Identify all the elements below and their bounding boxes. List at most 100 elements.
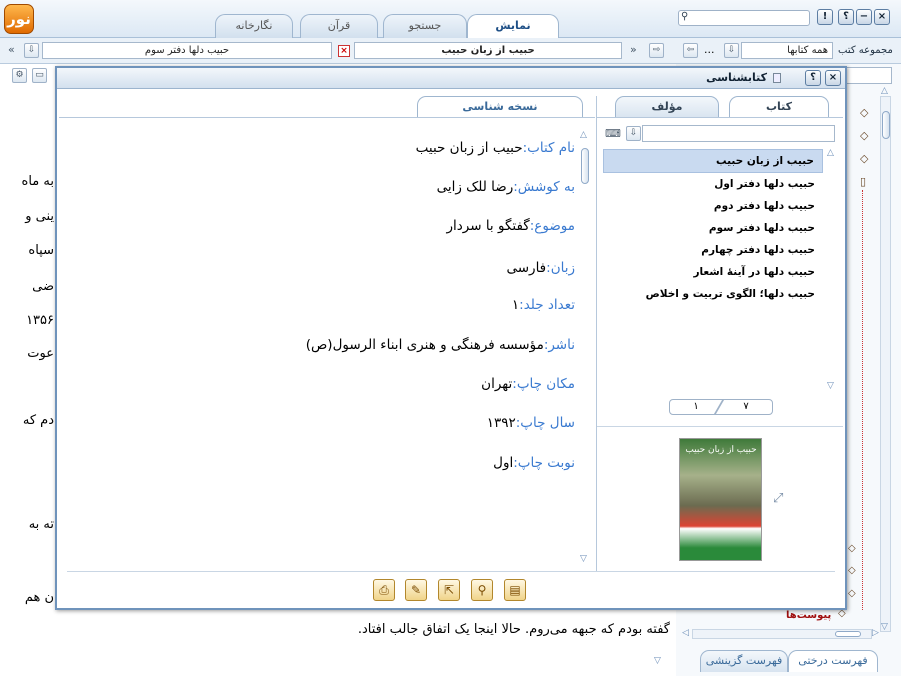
book-filter-dropdown-icon[interactable]: ⇩ bbox=[626, 126, 641, 141]
tab-gallery[interactable]: نگارخانه bbox=[215, 14, 293, 38]
copy-info-pane: نام کتاب:حبیب از زبان حبیب به کوشش:رضا ل… bbox=[59, 117, 595, 571]
list-item[interactable]: حبیب دلها دفتر چهارم bbox=[603, 239, 823, 261]
tree-scroll-left-icon[interactable]: ◁ bbox=[682, 628, 689, 638]
tree-scrollbar[interactable] bbox=[880, 96, 891, 632]
field-label: سال چاپ: bbox=[515, 415, 575, 431]
list-item[interactable]: حبیب دلها؛ الگوی تربیت و اخلاص bbox=[603, 283, 823, 305]
tree-scroll-right-icon[interactable]: ▷ bbox=[872, 628, 879, 638]
book-list: حبیب از زبان حبیب حبیب دلها دفتر اول حبی… bbox=[603, 149, 823, 379]
dropdown-arrow-icon[interactable]: ⇩ bbox=[24, 43, 39, 58]
book-icon[interactable]: ◇ bbox=[848, 565, 856, 576]
book-cover-image: حبیب از زبان حبیب bbox=[679, 438, 762, 561]
tree-scroll-up-icon[interactable]: △ bbox=[881, 86, 888, 96]
global-search-input[interactable] bbox=[678, 10, 810, 26]
list-item[interactable]: حبیب از زبان حبیب bbox=[603, 149, 823, 173]
book-pager[interactable]: ۱ ۷ bbox=[669, 399, 773, 415]
search-icon[interactable]: ⚲ bbox=[681, 11, 688, 22]
book-icon[interactable]: ◇ bbox=[860, 106, 868, 119]
current-book-field[interactable]: حبیب از زبان حبیب bbox=[354, 42, 622, 59]
detail-scroll-down-icon[interactable]: ▽ bbox=[580, 554, 587, 564]
pager-current: ۱ bbox=[693, 401, 699, 412]
tab-book[interactable]: کتاب bbox=[729, 96, 829, 118]
field-label: موضوع: bbox=[529, 218, 575, 234]
expand-icon[interactable]: ⤢ bbox=[773, 491, 783, 506]
pane-divider bbox=[596, 96, 597, 572]
attachments-label[interactable]: پیوست‌ها bbox=[786, 610, 831, 621]
close-book-icon[interactable]: × bbox=[338, 45, 350, 57]
book-filter-input[interactable] bbox=[642, 125, 835, 142]
field-title: نام کتاب:حبیب از زبان حبیب bbox=[416, 140, 575, 156]
tab-copy-info[interactable]: نسخه شناسی bbox=[417, 96, 583, 118]
tree-hscrollbar[interactable] bbox=[692, 629, 872, 639]
book-icon[interactable]: ◇ bbox=[848, 543, 856, 554]
print-icon[interactable]: ⎙ bbox=[373, 579, 395, 601]
close-button[interactable]: × bbox=[874, 9, 890, 25]
book-icon[interactable]: ◇ bbox=[860, 152, 868, 165]
reader-fragment: ینی و bbox=[25, 209, 54, 224]
layout-icon[interactable]: ▭ bbox=[32, 68, 47, 83]
field-value: تهران bbox=[481, 376, 513, 392]
field-volume-count: تعداد جلد:۱ bbox=[512, 297, 575, 313]
tab-author[interactable]: مؤلف bbox=[615, 96, 719, 118]
detail-scroll-thumb[interactable] bbox=[581, 148, 589, 184]
export-icon[interactable]: ⇱ bbox=[438, 579, 460, 601]
open-book-icon[interactable]: ▯ bbox=[860, 175, 866, 188]
collection-label: مجموعه کتب bbox=[838, 45, 893, 56]
magnifier-icon[interactable]: ⚲ bbox=[471, 579, 493, 601]
dialog-help-button[interactable]: ؟ bbox=[805, 70, 821, 86]
app-logo[interactable]: نور bbox=[4, 4, 34, 34]
reader-fragment: ضی bbox=[32, 279, 54, 294]
list-scroll-up-icon[interactable]: △ bbox=[827, 148, 834, 158]
forward-arrows-icon[interactable]: » bbox=[630, 43, 637, 56]
field-label: مکان چاپ: bbox=[512, 376, 575, 392]
ellipsis-button[interactable]: ... bbox=[704, 43, 715, 56]
dialog-close-button[interactable]: × bbox=[825, 70, 841, 86]
reader-fragment: دم که bbox=[22, 413, 54, 428]
alert-button[interactable]: ! bbox=[817, 9, 833, 25]
next-arrow-icon[interactable]: ⇨ bbox=[649, 43, 664, 58]
field-value: فارسی bbox=[506, 260, 547, 276]
detail-scroll-up-icon[interactable]: △ bbox=[580, 130, 587, 140]
help-button[interactable]: ؟ bbox=[838, 9, 854, 25]
list-item[interactable]: حبیب دلها دفتر دوم bbox=[603, 195, 823, 217]
tree-scroll-thumb[interactable] bbox=[882, 111, 890, 139]
book-icon[interactable]: ◇ bbox=[860, 129, 868, 142]
tab-selective-index[interactable]: فهرست گزینشی bbox=[700, 650, 788, 672]
book-icon[interactable]: ◇ bbox=[848, 588, 856, 599]
collection-select[interactable]: همه کتابها bbox=[741, 42, 833, 59]
edit-icon[interactable]: ✎ bbox=[405, 579, 427, 601]
prev-arrow-icon[interactable]: ⇦ bbox=[683, 43, 698, 58]
panel-filter-input[interactable] bbox=[846, 67, 892, 84]
field-publisher: ناشر:مؤسسه فرهنگی و هنری ابناء الرسول(ص) bbox=[306, 337, 575, 353]
keyboard-icon[interactable]: ⌨ bbox=[605, 127, 621, 140]
tree-scroll-down-icon[interactable]: ▽ bbox=[881, 622, 888, 632]
tree-connector bbox=[862, 190, 863, 610]
minimize-button[interactable]: − bbox=[856, 9, 872, 25]
tab-tree-index[interactable]: فهرست درختی bbox=[788, 650, 878, 672]
list-scroll-down-icon[interactable]: ▽ bbox=[827, 381, 834, 391]
field-value: مؤسسه فرهنگی و هنری ابناء الرسول(ص) bbox=[305, 337, 544, 353]
footer-divider bbox=[67, 571, 835, 572]
tab-quran[interactable]: قرآن bbox=[300, 14, 378, 38]
previous-book-field[interactable]: حبیب دلها دفتر سوم bbox=[42, 42, 332, 59]
field-label: نام کتاب: bbox=[522, 140, 575, 156]
tab-baseline bbox=[597, 117, 843, 118]
field-print-place: مکان چاپ:تهران bbox=[481, 376, 575, 392]
reader-bottom-line: گفته بودم که جبهه می‌روم. حالا اینجا یک … bbox=[357, 622, 670, 637]
tab-search[interactable]: جستجو bbox=[383, 14, 467, 38]
detail-scrollbar[interactable] bbox=[580, 140, 591, 560]
tree-hscroll-thumb[interactable] bbox=[835, 631, 861, 637]
tab-display[interactable]: نمایش bbox=[467, 14, 559, 39]
list-item[interactable]: حبیب دلها دفتر اول bbox=[603, 173, 823, 195]
collection-dropdown-icon[interactable]: ⇩ bbox=[724, 43, 739, 58]
wrench-icon[interactable]: ⚙ bbox=[12, 68, 27, 83]
note-icon[interactable]: ▤ bbox=[504, 579, 526, 601]
list-item[interactable]: حبیب دلها دفتر سوم bbox=[603, 217, 823, 239]
back-arrows-icon[interactable]: « bbox=[8, 43, 15, 56]
reader-scroll-down-icon[interactable]: ▽ bbox=[654, 656, 661, 666]
field-edition: نوبت چاپ:اول bbox=[493, 455, 575, 471]
field-value: ۱۳۹۲ bbox=[486, 415, 516, 431]
field-language: زبان:فارسی bbox=[506, 260, 575, 276]
dialog-icon bbox=[773, 73, 781, 83]
list-item[interactable]: حبیب دلها در آینهٔ اشعار bbox=[603, 261, 823, 283]
